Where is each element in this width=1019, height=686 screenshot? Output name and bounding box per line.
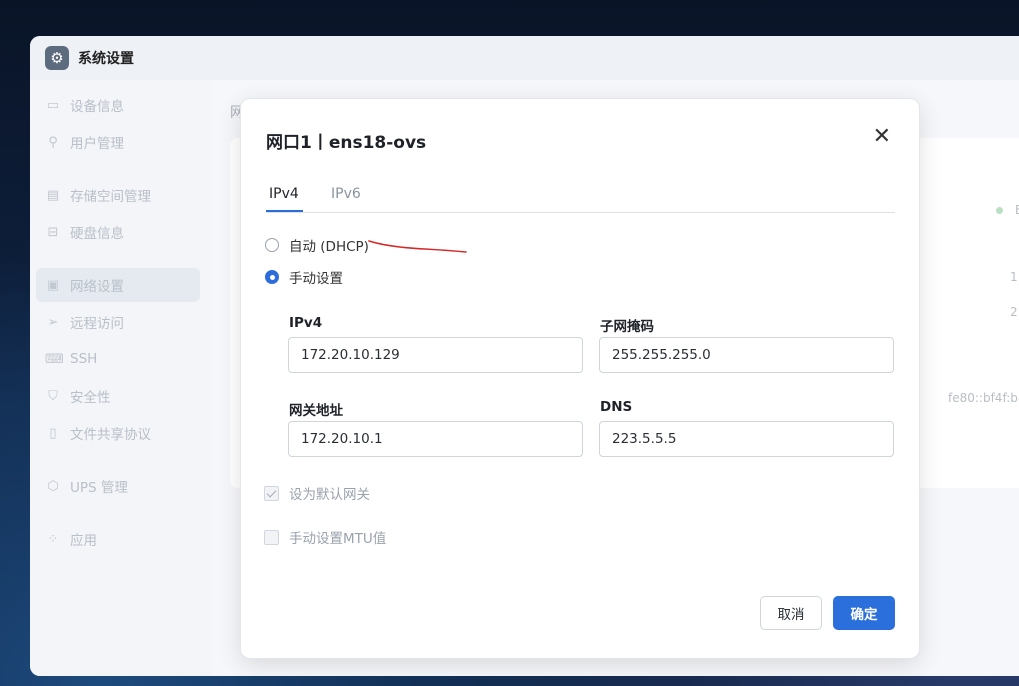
mask-value: 2 bbox=[1010, 305, 1018, 319]
sidebar-item-label: 设备信息 bbox=[70, 99, 124, 115]
gateway-label: 网关地址 bbox=[289, 403, 343, 419]
sidebar-item-network[interactable]: ▣ 网络设置 bbox=[36, 268, 200, 302]
sidebar-item-disk-info[interactable]: ⊟ 硬盘信息 bbox=[36, 215, 200, 249]
sidebar-item-label: SSH bbox=[70, 351, 98, 367]
status-dot bbox=[996, 207, 1003, 214]
user-icon: ⚲ bbox=[48, 134, 58, 150]
checkbox-label: 设为默认网关 bbox=[289, 487, 370, 503]
sidebar-item-users[interactable]: ⚲ 用户管理 bbox=[36, 125, 200, 159]
sidebar-item-ups[interactable]: ⬡ UPS 管理 bbox=[36, 469, 200, 503]
title-bar: ⚙ 系统设置 bbox=[30, 36, 1019, 80]
shield-icon: ⛉ bbox=[48, 388, 58, 404]
sidebar-item-label: 远程访问 bbox=[70, 316, 124, 332]
dialog-title: 网口1丨ens18-ovs bbox=[266, 133, 427, 153]
send-icon: ➢ bbox=[47, 314, 59, 330]
radio-label: 自动 (DHCP) bbox=[289, 239, 369, 255]
sidebar: ▭ 设备信息 ⚲ 用户管理 ▤ 存储空间管理 ⊟ 硬盘信息 ▣ 网络设置 ➢ 远… bbox=[30, 80, 210, 676]
radio-button[interactable] bbox=[265, 238, 279, 252]
cancel-button[interactable]: 取消 bbox=[760, 596, 822, 630]
network-icon: ▣ bbox=[46, 277, 60, 293]
default-gateway-option[interactable]: 设为默认网关 bbox=[264, 483, 370, 503]
sidebar-item-label: 应用 bbox=[70, 533, 97, 549]
disk-icon: ⊟ bbox=[47, 224, 59, 240]
ipv6-value: fe80::bf4f:b8 bbox=[948, 391, 1019, 405]
sidebar-item-security[interactable]: ⛉ 安全性 bbox=[36, 379, 200, 413]
sidebar-item-label: 用户管理 bbox=[70, 136, 124, 152]
sidebar-item-storage[interactable]: ▤ 存储空间管理 bbox=[36, 178, 200, 212]
status-text: E bbox=[1015, 203, 1019, 217]
network-port-dialog: 网口1丨ens18-ovs ✕ IPv4 IPv6 自动 (DHCP) 手动设置… bbox=[240, 98, 920, 659]
ups-icon: ⬡ bbox=[47, 478, 59, 494]
confirm-button[interactable]: 确定 bbox=[833, 596, 895, 630]
sidebar-item-device-info[interactable]: ▭ 设备信息 bbox=[36, 88, 200, 122]
file-icon: ▯ bbox=[49, 425, 57, 441]
protocol-tabs: IPv4 IPv6 bbox=[266, 183, 895, 213]
subnet-mask-label: 子网掩码 bbox=[600, 319, 654, 335]
storage-icon: ▤ bbox=[46, 187, 60, 203]
sidebar-item-label: 网络设置 bbox=[70, 279, 124, 295]
device-icon: ▭ bbox=[46, 97, 60, 113]
apps-icon: ⁘ bbox=[47, 531, 59, 547]
ip-value: 1 bbox=[1010, 270, 1018, 284]
manual-mtu-option[interactable]: 手动设置MTU值 bbox=[264, 527, 386, 547]
dns-input[interactable] bbox=[599, 421, 894, 457]
sidebar-item-file-sharing[interactable]: ▯ 文件共享协议 bbox=[36, 416, 200, 450]
default-gateway-checkbox[interactable] bbox=[264, 485, 279, 501]
close-icon[interactable]: ✕ bbox=[873, 126, 891, 148]
sidebar-item-apps[interactable]: ⁘ 应用 bbox=[36, 522, 200, 556]
tab-ipv4[interactable]: IPv4 bbox=[269, 186, 299, 202]
sidebar-item-ssh[interactable]: ⌨ SSH bbox=[36, 342, 200, 376]
sidebar-item-label: UPS 管理 bbox=[70, 480, 128, 496]
sidebar-item-remote-access[interactable]: ➢ 远程访问 bbox=[36, 305, 200, 339]
radio-manual[interactable]: 手动设置 bbox=[265, 267, 343, 287]
ipv4-input[interactable] bbox=[288, 337, 583, 373]
checkbox-label: 手动设置MTU值 bbox=[289, 531, 387, 547]
radio-label: 手动设置 bbox=[289, 271, 343, 287]
radio-button[interactable] bbox=[265, 270, 279, 284]
sidebar-item-label: 安全性 bbox=[70, 390, 111, 406]
sidebar-item-label: 文件共享协议 bbox=[70, 427, 151, 443]
subnet-mask-input[interactable] bbox=[599, 337, 894, 373]
active-tab-indicator bbox=[266, 210, 303, 212]
tab-ipv6[interactable]: IPv6 bbox=[331, 186, 361, 202]
manual-mtu-checkbox[interactable] bbox=[264, 529, 279, 545]
gateway-input[interactable] bbox=[288, 421, 583, 457]
sidebar-item-label: 硬盘信息 bbox=[70, 226, 124, 242]
sidebar-item-label: 存储空间管理 bbox=[70, 189, 151, 205]
window-title: 系统设置 bbox=[78, 51, 134, 67]
gear-icon: ⚙ bbox=[45, 46, 69, 70]
ipv4-label: IPv4 bbox=[289, 315, 323, 331]
terminal-icon: ⌨ bbox=[45, 351, 64, 367]
radio-auto-dhcp[interactable]: 自动 (DHCP) bbox=[265, 235, 369, 255]
dns-label: DNS bbox=[600, 399, 633, 415]
